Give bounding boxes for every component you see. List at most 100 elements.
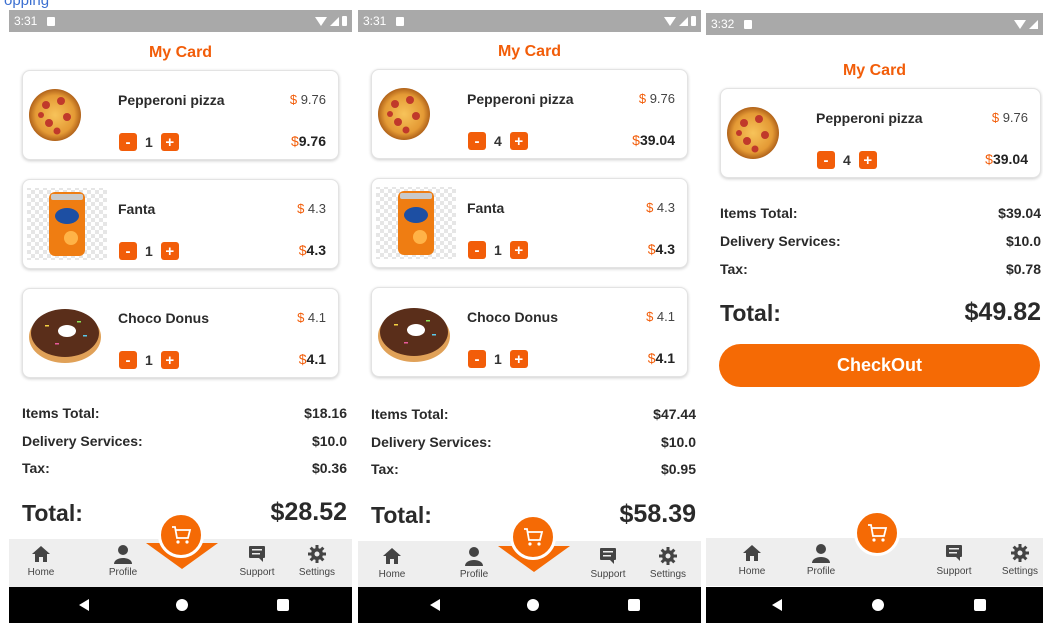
pizza-image bbox=[378, 88, 430, 140]
quantity-stepper: - 1 + bbox=[468, 241, 528, 259]
product-name: Fanta bbox=[118, 201, 156, 217]
recents-icon[interactable] bbox=[628, 599, 640, 611]
home-circle-icon[interactable] bbox=[527, 599, 539, 611]
nav-label: Settings bbox=[1001, 566, 1039, 577]
grand-total-row: Total: $49.82 bbox=[720, 298, 1041, 327]
qty-value: 1 bbox=[494, 242, 502, 258]
fanta-can-image bbox=[27, 188, 107, 260]
decrease-qty-button[interactable]: - bbox=[468, 241, 486, 259]
chat-icon bbox=[946, 545, 962, 561]
recents-icon[interactable] bbox=[277, 599, 289, 611]
items-total-value: $47.44 bbox=[653, 406, 696, 422]
nav-settings[interactable]: Settings bbox=[640, 545, 696, 580]
increase-qty-button[interactable]: + bbox=[160, 351, 179, 369]
cart-fab-button[interactable] bbox=[854, 510, 900, 556]
nav-label: Home bbox=[27, 567, 55, 578]
person-icon bbox=[812, 544, 830, 563]
product-name: Choco Donus bbox=[467, 309, 558, 325]
delivery-label: Delivery Services: bbox=[720, 233, 841, 249]
quantity-stepper: - 4 + bbox=[468, 132, 528, 150]
nav-label: Profile bbox=[806, 566, 836, 577]
cart-item-card: Pepperoni pizza $ 9.76 - 4 + $39.04 bbox=[720, 88, 1041, 178]
nav-label: Home bbox=[738, 566, 766, 577]
nav-label: Profile bbox=[108, 567, 138, 578]
items-total-row: Items Total: $47.44 bbox=[371, 406, 696, 422]
increase-qty-button[interactable]: + bbox=[160, 133, 179, 151]
increase-qty-button[interactable]: + bbox=[160, 242, 179, 260]
checkout-button[interactable]: CheckOut bbox=[719, 344, 1040, 387]
increase-qty-button[interactable]: + bbox=[509, 241, 528, 259]
qty-value: 1 bbox=[145, 134, 153, 150]
qty-value: 4 bbox=[494, 133, 502, 149]
increase-qty-button[interactable]: + bbox=[509, 132, 528, 150]
quantity-stepper: - 4 + bbox=[817, 151, 877, 169]
nav-label: Settings bbox=[298, 567, 336, 578]
cart-item-card: Pepperoni pizza $ 9.76 - 4 + $39.04 bbox=[371, 69, 688, 159]
cart-fab-button[interactable] bbox=[510, 514, 556, 560]
page-label: opping bbox=[4, 0, 50, 9]
home-circle-icon[interactable] bbox=[176, 599, 188, 611]
items-total-label: Items Total: bbox=[371, 406, 449, 422]
nav-home[interactable]: Home bbox=[724, 542, 780, 577]
nav-settings[interactable]: Settings bbox=[289, 543, 345, 578]
home-icon bbox=[32, 546, 50, 562]
wifi-icon bbox=[1014, 19, 1026, 29]
decrease-qty-button[interactable]: - bbox=[817, 151, 835, 169]
nav-support[interactable]: Support bbox=[926, 542, 982, 577]
back-icon[interactable] bbox=[79, 599, 89, 611]
status-time: 3:32 bbox=[711, 17, 735, 31]
cart-item-card: Pepperoni pizza $ 9.76 - 1 + $9.76 bbox=[22, 70, 339, 160]
nav-settings[interactable]: Settings bbox=[992, 542, 1043, 577]
items-total-label: Items Total: bbox=[22, 405, 100, 421]
nav-home[interactable]: Home bbox=[13, 543, 69, 578]
tax-row: Tax: $0.36 bbox=[22, 460, 347, 476]
total-value: $49.82 bbox=[964, 298, 1041, 326]
decrease-qty-button[interactable]: - bbox=[119, 133, 137, 151]
delivery-label: Delivery Services: bbox=[22, 433, 143, 449]
items-total-value: $39.04 bbox=[998, 205, 1041, 221]
cart-item-card: Fanta $ 4.3 - 1 + $4.3 bbox=[22, 179, 339, 269]
quantity-stepper: - 1 + bbox=[119, 242, 179, 260]
nav-profile[interactable]: Profile bbox=[446, 545, 502, 580]
decrease-qty-button[interactable]: - bbox=[119, 242, 137, 260]
signal-icon bbox=[679, 16, 688, 26]
cart-icon bbox=[172, 526, 192, 544]
quantity-stepper: - 1 + bbox=[468, 350, 528, 368]
quantity-stepper: - 1 + bbox=[119, 133, 179, 151]
nav-home[interactable]: Home bbox=[364, 545, 420, 580]
tax-value: $0.95 bbox=[660, 461, 696, 477]
line-total: $4.3 bbox=[647, 241, 675, 257]
increase-qty-button[interactable]: + bbox=[509, 350, 528, 368]
sd-card-icon bbox=[47, 16, 56, 26]
increase-qty-button[interactable]: + bbox=[858, 151, 877, 169]
nav-support[interactable]: Support bbox=[229, 543, 285, 578]
recents-icon[interactable] bbox=[974, 599, 986, 611]
status-time: 3:31 bbox=[14, 14, 38, 28]
cart-fab-button[interactable] bbox=[158, 512, 204, 558]
home-circle-icon[interactable] bbox=[872, 599, 884, 611]
pizza-image bbox=[727, 107, 779, 159]
nav-support[interactable]: Support bbox=[580, 545, 636, 580]
back-icon[interactable] bbox=[430, 599, 440, 611]
decrease-qty-button[interactable]: - bbox=[468, 350, 486, 368]
nav-label: Support bbox=[936, 566, 972, 577]
line-total: $4.1 bbox=[298, 351, 326, 367]
items-total-row: Items Total: $39.04 bbox=[720, 205, 1041, 221]
nav-profile[interactable]: Profile bbox=[95, 543, 151, 578]
line-total: $4.1 bbox=[647, 350, 675, 366]
decrease-qty-button[interactable]: - bbox=[468, 132, 486, 150]
gear-icon bbox=[659, 547, 677, 565]
home-icon bbox=[743, 545, 761, 561]
delivery-row: Delivery Services: $10.0 bbox=[371, 434, 696, 450]
android-nav-bar bbox=[706, 587, 1043, 623]
nav-profile[interactable]: Profile bbox=[793, 542, 849, 577]
tax-label: Tax: bbox=[371, 461, 399, 477]
decrease-qty-button[interactable]: - bbox=[119, 351, 137, 369]
signal-icon bbox=[1029, 19, 1038, 29]
nav-label: Support bbox=[239, 567, 275, 578]
tax-row: Tax: $0.95 bbox=[371, 461, 696, 477]
phone-screen-2: 3:31 My Card Pepperoni pizza $ 9.76 - 4 … bbox=[358, 10, 701, 623]
total-label: Total: bbox=[371, 502, 432, 528]
qty-value: 1 bbox=[145, 352, 153, 368]
back-icon[interactable] bbox=[772, 599, 782, 611]
